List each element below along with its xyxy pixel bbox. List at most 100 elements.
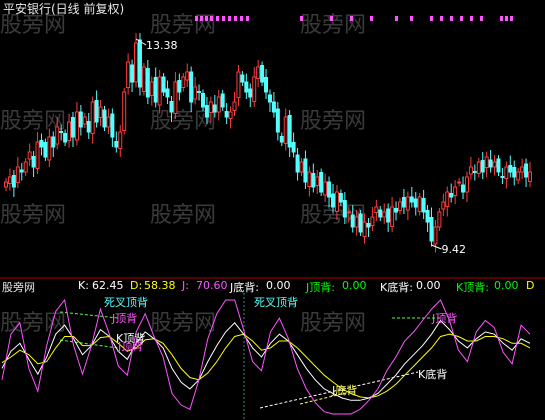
candle-body [417,196,422,212]
candle-body [299,161,304,173]
k-dibei-label: K底背: [380,281,413,294]
series-line-k [1,319,531,401]
candle-body [512,167,517,178]
candle-body [7,176,12,184]
candle-body [177,80,182,93]
divergence-line [59,339,119,349]
candle-body [122,91,127,131]
top-signal-mark [350,16,353,21]
candle-body [86,121,91,133]
candle-body [342,200,347,218]
candle-body [425,210,430,223]
candle-body [528,171,532,182]
candle-body [283,116,288,144]
candle-body [15,166,20,183]
k-dingbei-label: K顶背: [456,281,489,294]
watermark-text: 股旁网 [300,311,366,336]
candle-body [208,101,213,113]
divergence-line [59,311,119,319]
candle-body [492,161,497,168]
candle-body [189,71,194,103]
top-signal-mark [205,16,208,21]
candle-body [137,39,142,88]
top-signal-mark [246,16,249,21]
top-signal-mark [450,16,453,21]
candle-body [409,196,414,203]
candle-body [437,211,442,228]
candle-body [149,81,154,96]
candle-body [520,166,525,173]
candle-body [252,76,257,102]
candle-body [11,175,16,188]
candle-body [334,191,339,212]
candle-body [291,142,296,153]
top-signal-mark [410,16,413,21]
candle-body [70,117,75,138]
candle-body [94,100,99,123]
candle-body [31,156,36,168]
candle-body [508,165,513,173]
candle-body [350,214,355,228]
candle-body [468,166,473,175]
top-signal-mark [210,16,213,21]
candle-body [90,101,95,134]
candle-body [118,131,123,149]
candle-body [19,169,24,173]
candle-body [370,216,375,226]
top-signal-mark [460,16,463,21]
annotation-sicha-dingbei: 死叉顶背 [104,295,148,309]
top-signal-mark [505,16,508,21]
candle-body [374,206,379,213]
candle-body [67,121,72,141]
k-dingbei-value: 0.00 [494,279,519,292]
j-label: J: [182,279,189,292]
candle-body [55,126,60,145]
candle-body [504,166,509,179]
candle-body [338,193,343,203]
candle-body [323,181,328,196]
annotation-k-dibei: K底背 [418,367,447,381]
candle-body [484,156,489,168]
candle-body [382,211,387,218]
candle-body [212,104,217,113]
candle-body [157,76,162,106]
top-signal-mark [440,16,443,21]
candle-body [449,193,454,198]
candle-body [331,193,336,208]
top-signal-mark [500,16,503,21]
candle-body [256,66,261,79]
candle-body [106,116,111,128]
candle-body [161,76,166,93]
candle-body [401,197,406,208]
candle-body [82,116,87,125]
candle-body [216,96,221,113]
candle-body [224,111,229,118]
candle-body [130,64,135,83]
candle-body [264,77,269,93]
candle-body [260,65,265,83]
top-signal-mark [430,16,433,21]
k-label: K: [78,279,89,292]
annotation-j-dingbei: J顶背 [111,311,137,325]
candle-body [362,221,367,237]
candle-body [453,186,458,196]
candle-body [394,208,399,213]
top-signal-mark [510,16,513,21]
candle-body [236,71,241,98]
candle-body [413,198,418,208]
watermark-text: 股旁网 [300,109,366,134]
top-signal-mark [222,16,225,21]
candle-body [23,161,28,173]
top-signal-mark [228,16,231,21]
candle-body [366,223,371,228]
top-signal-mark [395,16,398,21]
candle-body [488,159,493,168]
candle-body [181,76,186,88]
top-signal-mark [300,16,303,21]
candle-body [59,131,64,133]
series-line-d [1,333,531,399]
d-tail-label: D [526,279,535,292]
candle-body [271,101,276,113]
d-label: D: [130,279,143,292]
candle-body [315,176,320,186]
